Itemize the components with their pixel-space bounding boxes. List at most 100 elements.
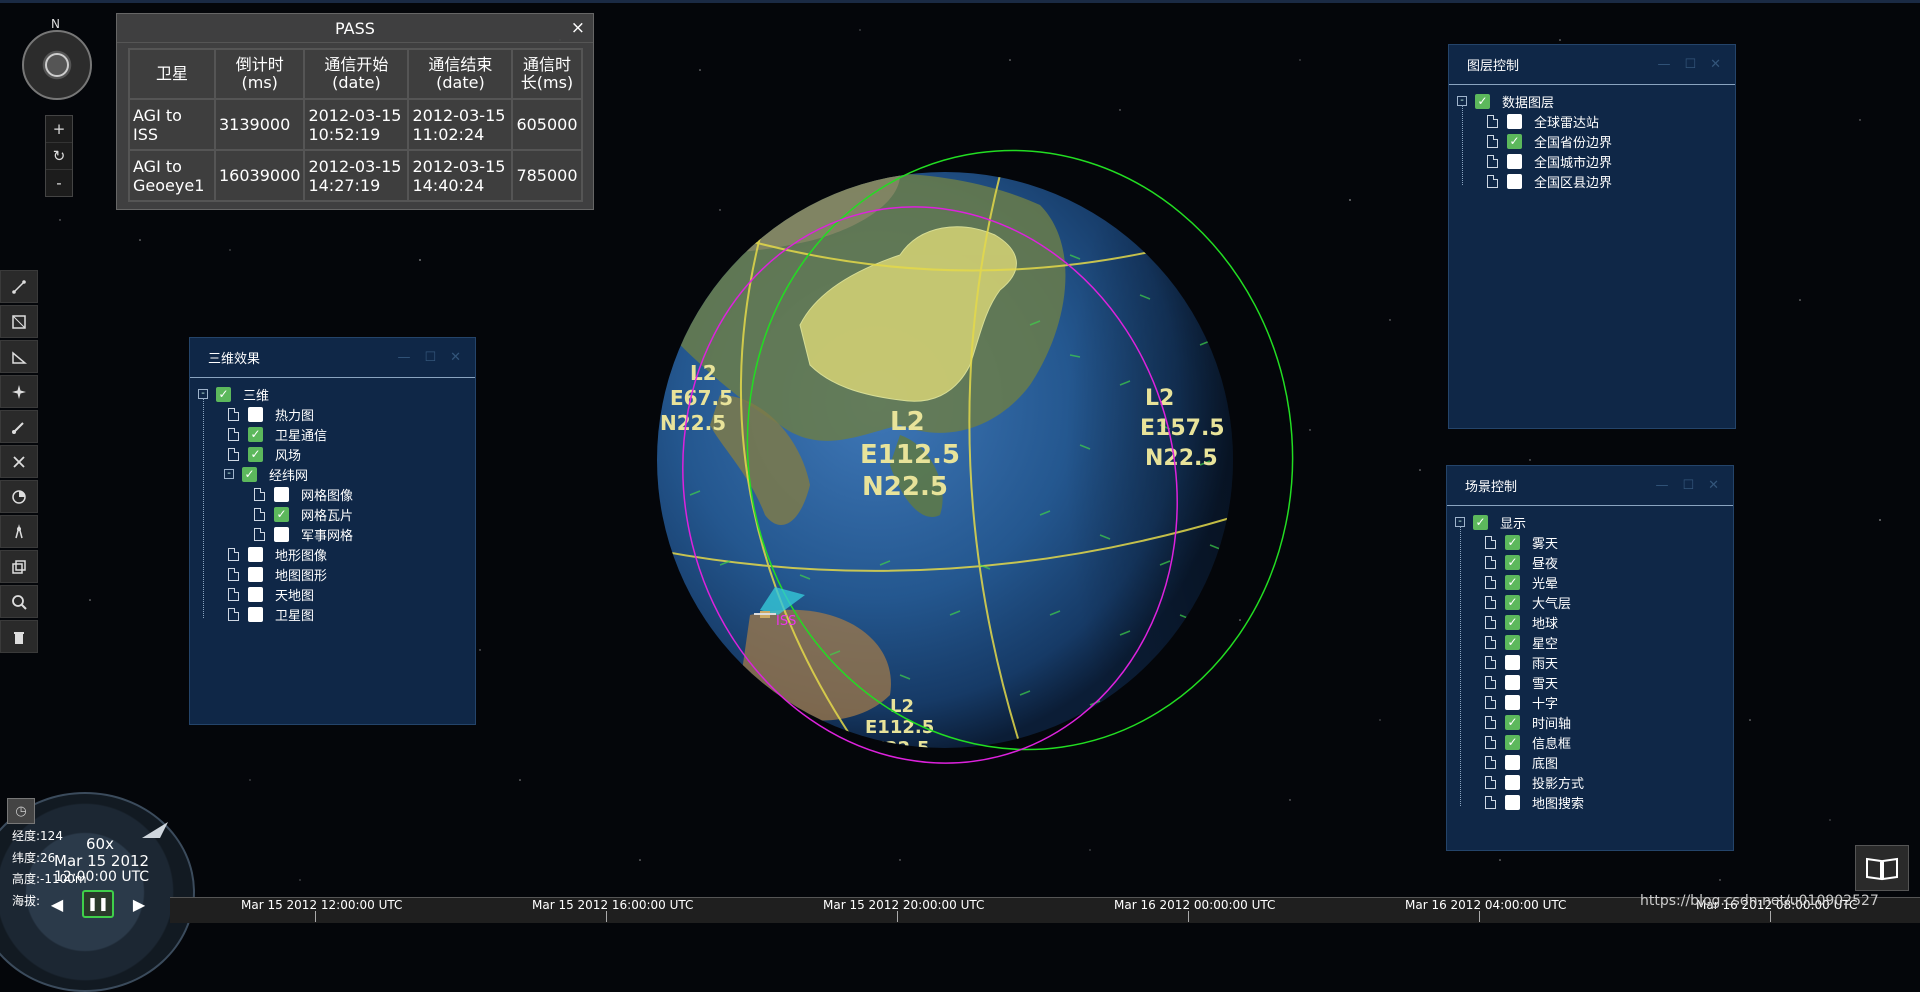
maximize-icon[interactable]: ☐ bbox=[1684, 57, 1696, 72]
tree-node[interactable]: ✓ 网格瓦片 bbox=[198, 504, 475, 524]
tree-checkbox[interactable] bbox=[1505, 754, 1520, 770]
draw-icon[interactable] bbox=[0, 410, 38, 443]
tree-node-label: 雨天 bbox=[1532, 656, 1559, 672]
tree-node[interactable]: ✓ 全国省份边界 bbox=[1457, 131, 1735, 151]
tree-checkbox[interactable] bbox=[1505, 654, 1520, 670]
minimize-icon[interactable]: — bbox=[397, 350, 410, 365]
help-book-icon[interactable] bbox=[1855, 845, 1909, 891]
tree-checkbox[interactable] bbox=[1505, 774, 1520, 790]
polygon-icon[interactable] bbox=[0, 305, 38, 338]
tree-node[interactable]: 军事网格 bbox=[198, 524, 475, 544]
compass-icon[interactable] bbox=[22, 30, 92, 100]
tree-checkbox[interactable]: ✓ bbox=[248, 446, 263, 462]
tree-node[interactable]: 雨天 bbox=[1455, 652, 1733, 672]
tree-checkbox[interactable]: ✓ bbox=[216, 386, 231, 402]
tree-checkbox[interactable]: ✓ bbox=[1473, 514, 1488, 530]
tree-checkbox[interactable] bbox=[248, 586, 263, 602]
tree-node[interactable]: 全球雷达站 bbox=[1457, 111, 1735, 131]
tree-node[interactable]: 全国区县边界 bbox=[1457, 171, 1735, 191]
tree-checkbox[interactable]: ✓ bbox=[1505, 574, 1520, 590]
reverse-button[interactable]: ◀ bbox=[48, 890, 66, 918]
tree-node[interactable]: 雪天 bbox=[1455, 672, 1733, 692]
tree-checkbox[interactable] bbox=[248, 546, 263, 562]
zoom-in-button[interactable]: + bbox=[46, 116, 72, 143]
close-icon[interactable]: ✕ bbox=[1710, 57, 1721, 72]
grid-label-south-l1: L2 bbox=[890, 696, 914, 717]
pause-button[interactable]: ❚❚ bbox=[82, 890, 114, 918]
tree-checkbox[interactable]: ✓ bbox=[1505, 634, 1520, 650]
tree-node[interactable]: ✓ 大气层 bbox=[1455, 592, 1733, 612]
tree-checkbox[interactable] bbox=[248, 566, 263, 582]
tree-checkbox[interactable] bbox=[1507, 173, 1522, 189]
tree-node[interactable]: ✓ 信息框 bbox=[1455, 732, 1733, 752]
tree-node[interactable]: - ✓ 经纬网 bbox=[198, 464, 475, 484]
tree-node[interactable]: - ✓ 数据图层 bbox=[1457, 91, 1735, 111]
tree-node[interactable]: 卫星图 bbox=[198, 604, 475, 624]
tree-checkbox[interactable] bbox=[274, 486, 289, 502]
tree-node[interactable]: - ✓ 三维 bbox=[198, 384, 475, 404]
tree-node[interactable]: 底图 bbox=[1455, 752, 1733, 772]
tree-checkbox[interactable] bbox=[1507, 153, 1522, 169]
tree-node[interactable]: 热力图 bbox=[198, 404, 475, 424]
close-icon[interactable]: ✕ bbox=[450, 350, 461, 365]
maximize-icon[interactable]: ☐ bbox=[424, 350, 436, 365]
tree-checkbox[interactable] bbox=[1507, 113, 1522, 129]
profile-icon[interactable] bbox=[0, 515, 38, 548]
tree-node[interactable]: ✓ 昼夜 bbox=[1455, 552, 1733, 572]
zoom-out-button[interactable]: - bbox=[46, 170, 72, 196]
tree-node[interactable]: ✓ 星空 bbox=[1455, 632, 1733, 652]
minimize-icon[interactable]: — bbox=[1655, 478, 1668, 493]
tree-checkbox[interactable]: ✓ bbox=[1505, 594, 1520, 610]
cut-icon[interactable] bbox=[0, 445, 38, 478]
tree-node[interactable]: ✓ 雾天 bbox=[1455, 532, 1733, 552]
tree-checkbox[interactable]: ✓ bbox=[1505, 734, 1520, 750]
tree-checkbox[interactable] bbox=[248, 606, 263, 622]
tree-checkbox[interactable]: ✓ bbox=[1505, 714, 1520, 730]
tree-node[interactable]: ✓ 卫星通信 bbox=[198, 424, 475, 444]
shuttle-ring-arrow-icon[interactable] bbox=[140, 820, 170, 840]
trash-icon[interactable] bbox=[0, 620, 38, 653]
reset-view-button[interactable]: ↻ bbox=[46, 143, 72, 170]
point-icon[interactable] bbox=[0, 375, 38, 408]
play-button[interactable]: ▶ bbox=[130, 890, 148, 918]
clock-icon[interactable]: ◷ bbox=[7, 798, 35, 824]
globe-viewport[interactable]: L2 E112.5 N67.5 L2 E67.5 N22.5 L2 E112.5… bbox=[600, 95, 1340, 815]
tree-checkbox[interactable]: ✓ bbox=[1507, 133, 1522, 149]
layers-icon[interactable] bbox=[0, 550, 38, 583]
tree-node[interactable]: 投影方式 bbox=[1455, 772, 1733, 792]
tree-node[interactable]: 地图搜索 bbox=[1455, 792, 1733, 812]
tree-checkbox[interactable]: ✓ bbox=[1505, 554, 1520, 570]
tree-checkbox[interactable]: ✓ bbox=[1505, 614, 1520, 630]
tree-checkbox[interactable] bbox=[1505, 674, 1520, 690]
tree-node[interactable]: ✓ 时间轴 bbox=[1455, 712, 1733, 732]
close-icon[interactable]: ✕ bbox=[1708, 478, 1719, 493]
tree-checkbox[interactable]: ✓ bbox=[1475, 93, 1490, 109]
tree-checkbox[interactable] bbox=[1505, 694, 1520, 710]
pass-close-button[interactable]: × bbox=[571, 18, 585, 38]
tree-node[interactable]: 十字 bbox=[1455, 692, 1733, 712]
cell-start: 2012-03-15 10:52:19 bbox=[303, 98, 410, 151]
maximize-icon[interactable]: ☐ bbox=[1682, 478, 1694, 493]
tree-node[interactable]: ✓ 风场 bbox=[198, 444, 475, 464]
tree-node[interactable]: ✓ 地球 bbox=[1455, 612, 1733, 632]
tree-node[interactable]: ✓ 光晕 bbox=[1455, 572, 1733, 592]
tree-checkbox[interactable] bbox=[274, 526, 289, 542]
tree-node[interactable]: 全国城市边界 bbox=[1457, 151, 1735, 171]
tree-checkbox[interactable]: ✓ bbox=[248, 426, 263, 442]
tree-expander-icon[interactable]: - bbox=[224, 469, 234, 479]
pie-icon[interactable] bbox=[0, 480, 38, 513]
tree-node[interactable]: 地图图形 bbox=[198, 564, 475, 584]
tree-node[interactable]: - ✓ 显示 bbox=[1455, 512, 1733, 532]
search-icon[interactable] bbox=[0, 585, 38, 618]
tree-checkbox[interactable]: ✓ bbox=[242, 466, 257, 482]
tree-checkbox[interactable]: ✓ bbox=[1505, 534, 1520, 550]
tree-checkbox[interactable] bbox=[1505, 794, 1520, 810]
tree-checkbox[interactable]: ✓ bbox=[274, 506, 289, 522]
polyline-icon[interactable] bbox=[0, 270, 38, 303]
minimize-icon[interactable]: — bbox=[1657, 57, 1670, 72]
measure-icon[interactable] bbox=[0, 340, 38, 373]
tree-checkbox[interactable] bbox=[248, 406, 263, 422]
tree-node[interactable]: 地形图像 bbox=[198, 544, 475, 564]
tree-node[interactable]: 天地图 bbox=[198, 584, 475, 604]
tree-node[interactable]: 网格图像 bbox=[198, 484, 475, 504]
